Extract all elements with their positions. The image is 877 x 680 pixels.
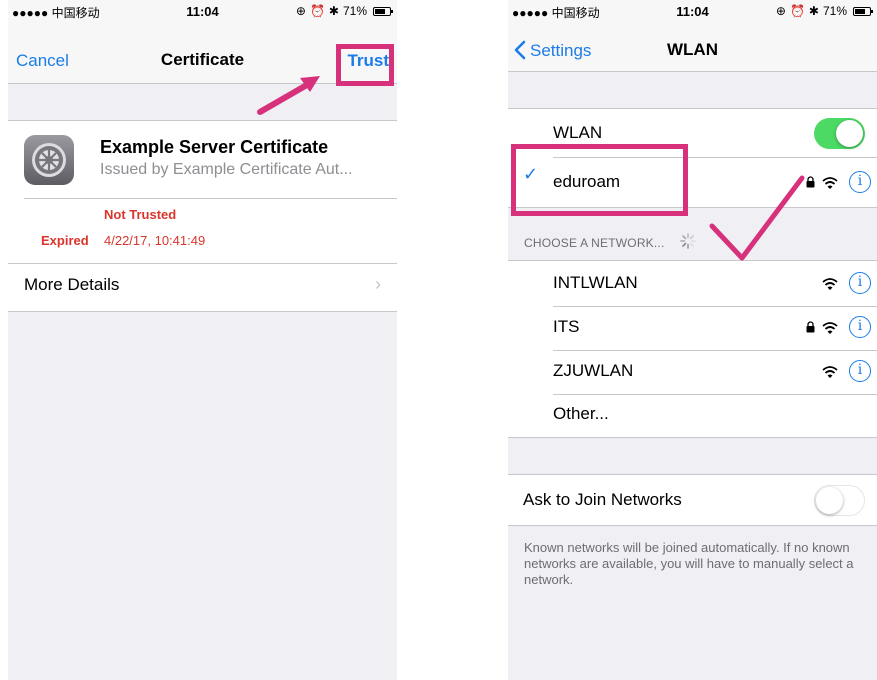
divider [24, 198, 397, 199]
page-title: WLAN [667, 40, 718, 59]
switch-knob [816, 487, 843, 514]
wifi-icon [822, 366, 838, 378]
trust-status: Not Trusted [104, 207, 177, 222]
battery-percent: 71% [822, 4, 847, 18]
status-bar: ●●●●● 中国移动 11:04 ⊕ ⏰ ✱ 71% [508, 0, 877, 22]
nav-bar: Settings WLAN [508, 22, 877, 72]
certificate-issuer: Issued by Example Certificate Aut... [100, 161, 353, 178]
battery-percent: 71% [342, 4, 367, 18]
lock-icon [806, 176, 815, 188]
switch-knob [836, 120, 863, 147]
info-icon[interactable]: i [849, 171, 871, 193]
bluetooth-icon: ✱ [328, 4, 339, 18]
ask-to-join-group: Ask to Join Networks [508, 474, 877, 526]
wifi-icon [822, 177, 838, 189]
battery-fill [375, 8, 385, 14]
expired-value: 4/22/17, 10:41:49 [104, 233, 206, 248]
status-right: ⊕ ⏰ ✱ 71% [295, 4, 393, 18]
bluetooth-icon: ✱ [808, 4, 819, 18]
info-icon[interactable]: i [849, 272, 871, 294]
divider [553, 394, 877, 395]
network-item-its[interactable]: ITS [553, 317, 579, 337]
info-icon[interactable]: i [849, 360, 871, 382]
trust-highlight-box [336, 44, 394, 86]
battery-icon [373, 6, 393, 16]
wifi-icon [822, 322, 838, 334]
wlan-switch[interactable] [814, 118, 865, 149]
rotation-lock-icon: ⊕ [295, 4, 306, 18]
lock-icon [806, 321, 815, 333]
battery-fill [855, 8, 865, 14]
ask-to-join-label: Ask to Join Networks [523, 490, 682, 509]
more-details-row[interactable]: More Details [24, 275, 119, 295]
divider [8, 263, 397, 264]
rotation-lock-icon: ⊕ [775, 4, 786, 18]
info-icon[interactable]: i [849, 316, 871, 338]
section-header: CHOOSE A NETWORK... [524, 236, 665, 250]
wlan-screen: ●●●●● 中国移动 11:04 ⊕ ⏰ ✱ 71% Settings WLAN… [508, 0, 877, 680]
certificate-screen: ●●●●● 中国移动 11:04 ⊕ ⏰ ✱ 71% Cancel Certif… [8, 0, 397, 680]
alarm-icon: ⏰ [789, 4, 805, 18]
ask-to-join-description: Known networks will be joined automatica… [524, 540, 854, 587]
certificate-name: Example Server Certificate [100, 137, 329, 157]
wifi-icon [822, 278, 838, 290]
expired-label: Expired [41, 233, 89, 248]
network-item-zjuwlan[interactable]: ZJUWLAN [553, 361, 633, 381]
network-item-intlwlan[interactable]: INTLWLAN [553, 273, 638, 293]
ask-to-join-switch[interactable] [814, 485, 865, 516]
spinner-icon [680, 233, 696, 249]
battery-icon [853, 6, 873, 16]
other-network-row[interactable]: Other... [553, 404, 609, 424]
chevron-right-icon: › [375, 274, 381, 294]
settings-gear-icon [24, 135, 74, 185]
divider [553, 350, 877, 351]
alarm-icon: ⏰ [309, 4, 325, 18]
eduroam-highlight-box [511, 144, 688, 216]
certificate-card: Example Server Certificate Issued by Exa… [8, 120, 397, 312]
status-right: ⊕ ⏰ ✱ 71% [775, 4, 873, 18]
status-bar: ●●●●● 中国移动 11:04 ⊕ ⏰ ✱ 71% [8, 0, 397, 22]
divider [553, 306, 877, 307]
wlan-label: WLAN [553, 123, 603, 142]
